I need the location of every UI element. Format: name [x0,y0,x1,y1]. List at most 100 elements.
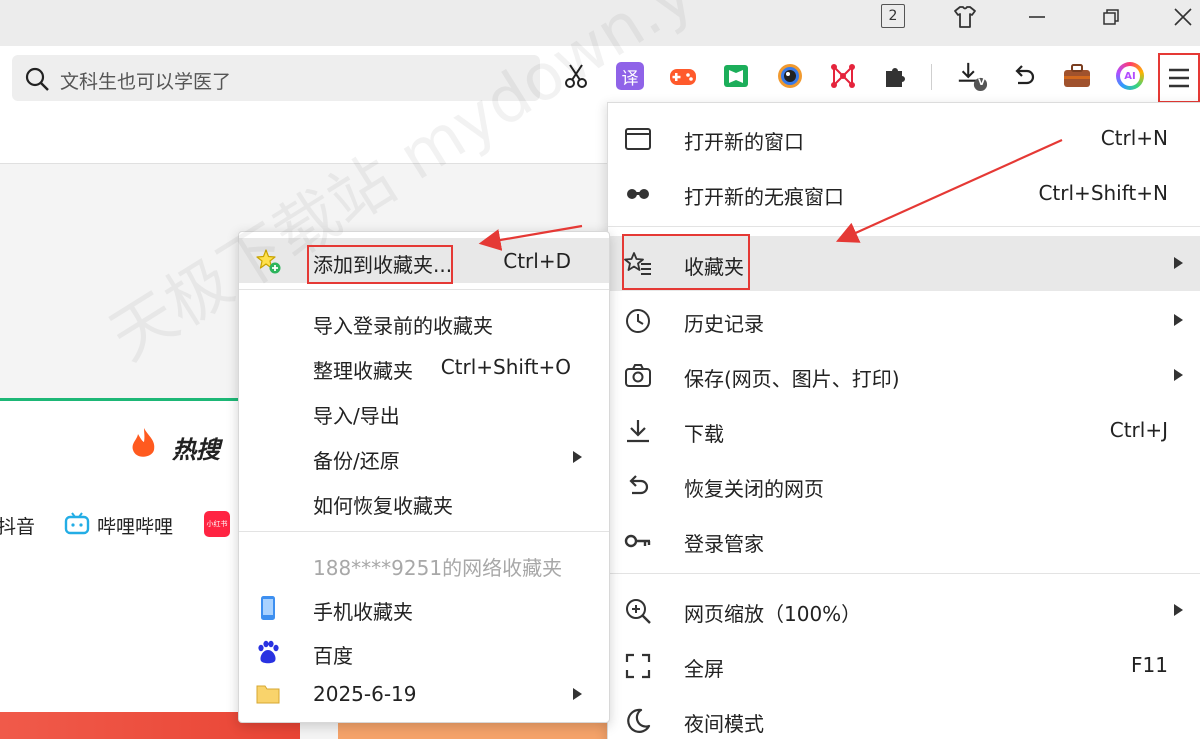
download-icon [627,420,649,443]
scissors-icon[interactable] [560,60,592,92]
fullscreen-icon [625,653,651,679]
book-icon[interactable] [720,60,752,92]
submenu-item-folder-2025-6-19[interactable]: 2025-6-19 [239,671,609,716]
hot-search-title: 热搜 [172,436,220,464]
menu-item-label: 历史记录 [684,312,764,336]
briefcase-icon[interactable] [1061,60,1093,92]
add-star-icon [256,249,281,274]
submenu-divider [239,289,609,290]
menu-item-restore-closed[interactable]: 恢复关闭的网页 [608,458,1200,513]
submenu-item-how-to-recover[interactable]: 如何恢复收藏夹 [239,479,609,524]
restore-icon[interactable] [1086,0,1136,34]
toolbar-divider [931,64,932,90]
submenu-arrow-icon [573,688,582,700]
submenu-item-label: 导入登录前的收藏夹 [313,314,493,338]
xiaohongshu-icon[interactable]: 小红书 [204,511,230,537]
folder-icon [256,685,280,704]
submenu-arrow-icon [1174,369,1183,381]
submenu-item-backup-restore[interactable]: 备份/还原 [239,434,609,479]
translate-icon[interactable]: 译 [614,60,646,92]
menu-item-shortcut: Ctrl+Shift+N [1038,181,1168,205]
submenu-item-add-bookmark[interactable]: 添加到收藏夹... Ctrl+D [239,238,609,283]
bookmarks-submenu: 添加到收藏夹... Ctrl+D 导入登录前的收藏夹 整理收藏夹 Ctrl+Sh… [238,231,610,723]
ai-icon[interactable]: AI [1114,60,1146,92]
menu-item-night-mode[interactable]: 夜间模式 [608,693,1200,739]
menu-item-downloads[interactable]: 下载 Ctrl+J [608,403,1200,458]
ai-glyph: AI [1120,66,1140,86]
submenu-item-label: 188****9251的网络收藏夹 [313,556,563,580]
menu-item-login-manager[interactable]: 登录管家 [608,513,1200,568]
baidu-paw-icon [258,640,279,664]
shirt-icon[interactable] [940,0,990,34]
close-icon[interactable] [1158,0,1200,34]
menu-item-shortcut: Ctrl+N [1100,126,1168,150]
address-search-box[interactable]: 文科生也可以学医了 [12,55,540,101]
menu-item-new-window[interactable]: 打开新的窗口 Ctrl+N [608,111,1200,166]
menu-item-bookmarks[interactable]: 收藏夹 [608,236,1200,291]
menu-item-label: 打开新的窗口 [684,130,804,154]
bilibili-icon[interactable] [64,512,90,536]
menu-item-label: 收藏夹 [684,255,744,279]
menu-item-label: 打开新的无痕窗口 [684,185,844,209]
menu-item-fullscreen[interactable]: 全屏 F11 [608,638,1200,693]
submenu-item-label: 手机收藏夹 [313,600,413,624]
menu-item-label: 全屏 [684,657,724,681]
submenu-divider [239,531,609,532]
submenu-arrow-icon [1174,314,1183,326]
tab-count-icon[interactable]: 2 [881,4,905,28]
site-link-bilibili[interactable]: 哔哩哔哩 [97,512,173,539]
menu-item-history[interactable]: 历史记录 [608,293,1200,348]
network-icon[interactable] [827,60,859,92]
menu-item-zoom[interactable]: 网页缩放（100%） [608,583,1200,638]
menu-item-label: 夜间模式 [684,712,764,736]
phone-icon [261,596,275,620]
submenu-item-import-export[interactable]: 导入/导出 [239,389,609,434]
submenu-item-baidu[interactable]: 百度 [239,629,609,674]
translate-glyph: 译 [616,62,644,90]
menu-item-label: 恢复关闭的网页 [684,477,824,501]
download-icon[interactable]: V [956,60,988,92]
zoom-icon [626,599,651,624]
title-bar: 2 [0,0,1200,46]
toolbar: 文科生也可以学医了 译 V AI [0,46,1200,108]
submenu-item-label: 备份/还原 [313,449,400,473]
menu-divider [608,573,1200,574]
bookmarks-star-icon [624,252,651,275]
menu-item-shortcut: Ctrl+J [1109,418,1168,442]
menu-item-label: 保存(网页、图片、打印) [684,367,900,391]
submenu-item-mobile-bookmarks[interactable]: 手机收藏夹 [239,585,609,630]
game-icon[interactable] [667,60,699,92]
moon-icon [627,708,651,733]
main-menu-button[interactable] [1158,53,1200,103]
history-clock-icon [626,309,650,333]
undo-icon[interactable] [1008,60,1040,92]
menu-item-save[interactable]: 保存(网页、图片、打印) [608,348,1200,403]
restore-tab-icon [629,475,649,495]
site-link-douyin[interactable]: 抖音 [0,512,35,539]
submenu-item-organize[interactable]: 整理收藏夹 Ctrl+Shift+O [239,344,609,389]
submenu-item-cloud-bookmarks-header: 188****9251的网络收藏夹 [239,541,609,586]
menu-item-new-incognito-window[interactable]: 打开新的无痕窗口 Ctrl+Shift+N [608,166,1200,221]
key-icon [624,534,651,548]
menu-item-label: 下载 [684,422,724,446]
camera-lens-icon[interactable] [774,60,806,92]
submenu-item-label: 百度 [313,644,353,668]
flame-icon [132,428,155,457]
menu-item-label: 登录管家 [684,532,764,556]
submenu-arrow-icon [1174,604,1183,616]
submenu-arrow-icon [1174,257,1183,269]
menu-item-shortcut: F11 [1131,653,1168,677]
submenu-item-label: 导入/导出 [313,404,400,428]
search-input[interactable]: 文科生也可以学医了 [60,67,231,94]
minimize-icon[interactable] [1012,0,1062,34]
puzzle-extension-icon[interactable] [880,60,912,92]
submenu-item-label: 添加到收藏夹... [313,253,453,277]
submenu-item-shortcut: Ctrl+Shift+O [440,355,571,379]
menu-item-label: 网页缩放（100%） [684,602,862,626]
search-icon [25,67,49,91]
menu-divider [608,226,1200,227]
submenu-item-label: 整理收藏夹 [313,359,413,383]
window-icon [625,128,651,150]
submenu-item-import-previous[interactable]: 导入登录前的收藏夹 [239,299,609,344]
submenu-item-shortcut: Ctrl+D [503,249,571,273]
